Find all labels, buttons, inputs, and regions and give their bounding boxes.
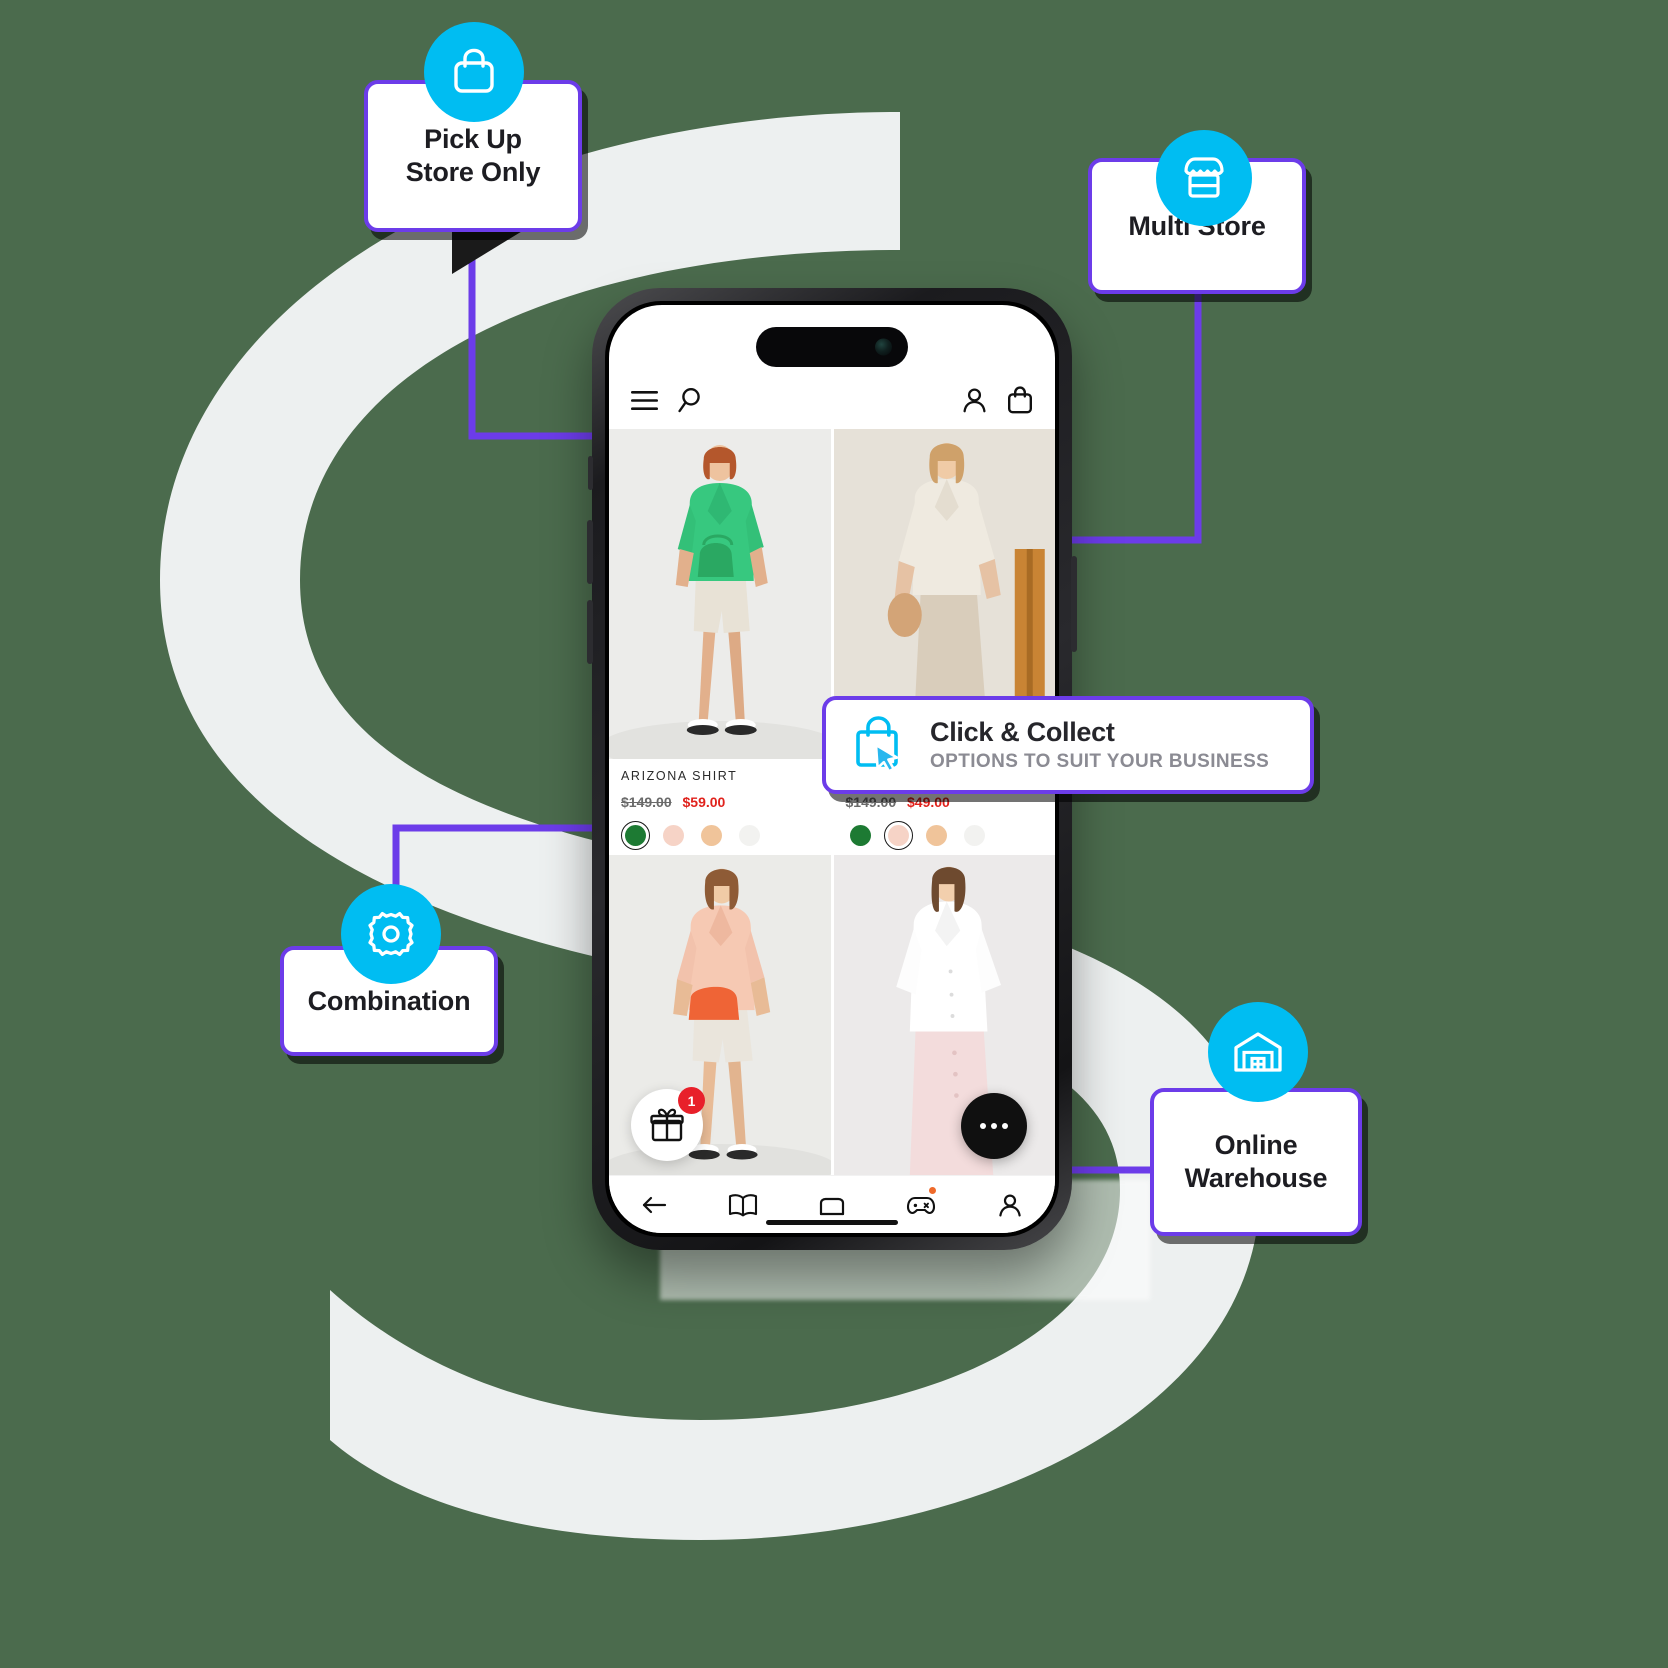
nav-notification-dot [929,1186,937,1194]
card-online-warehouse[interactable]: Online Warehouse [1150,1088,1362,1236]
nav-catalog-button[interactable] [715,1185,771,1225]
card-click-and-collect[interactable]: Click & Collect OPTIONS TO SUIT YOUR BUS… [822,696,1314,794]
color-swatch-pink[interactable] [659,821,688,850]
price-sale: $49.00 [907,794,950,810]
price-original: $149.00 [845,794,897,810]
phone-silent-switch[interactable] [588,456,593,490]
card-label-line2: Warehouse [1184,1163,1328,1193]
card-label-line1: Online [1214,1130,1298,1161]
click-collect-title: Click & Collect [930,717,1115,747]
product-name: ARIZONA SHIRT [621,769,738,783]
card-label-line1: Pick Up [424,124,522,155]
nav-home-button[interactable] [804,1185,860,1225]
price-sale: $59.00 [682,794,726,810]
product-price: $149.00 $59.00 [621,794,819,810]
chat-button[interactable] [961,1093,1027,1159]
shopping-bag-icon [454,48,494,93]
phone-volume-down-button[interactable] [587,600,593,664]
phone-power-button[interactable] [1071,556,1077,652]
hamburger-menu-icon[interactable] [631,390,658,410]
color-swatch-white[interactable] [735,821,764,850]
color-swatch-tan[interactable] [697,821,726,850]
gear-icon [368,911,414,957]
card-label: Combination [307,985,471,1016]
gift-button[interactable]: 1 [631,1087,705,1161]
product-photo[interactable] [609,429,831,759]
page-root: ARIZONA SHIRT $149.00 $59.00 $149.00 $49… [0,0,1668,1668]
chat-dots-icon [980,1123,1008,1129]
nav-back-button[interactable] [626,1185,682,1225]
card-tail-pickup [452,230,524,274]
dynamic-island [756,327,908,367]
card-label: Online Warehouse [1185,1129,1328,1195]
card-label-line2: Store Only [405,157,541,187]
product-price: $149.00 $49.00 [846,794,1044,810]
gift-badge-count: 1 [678,1087,705,1114]
shopping-bag-cart-icon[interactable] [1007,386,1033,414]
product-grid: ARIZONA SHIRT $149.00 $59.00 $149.00 $49… [609,429,1055,1175]
nav-profile-button[interactable] [982,1185,1038,1225]
connector-multistore [1050,288,1202,544]
user-account-icon[interactable] [962,387,987,413]
color-swatch-green[interactable] [621,821,650,850]
nav-games-button[interactable] [893,1185,949,1225]
search-icon[interactable] [678,387,703,413]
front-camera-lens [875,338,892,356]
price-original: $149.00 [621,794,672,810]
bag-cursor-icon [848,712,910,779]
warehouse-icon-badge [1208,1002,1308,1102]
gear-icon-badge [341,884,441,984]
home-indicator [766,1220,898,1225]
phone-volume-up-button[interactable] [587,520,593,584]
storefront-icon-badge [1156,130,1252,226]
storefront-icon [1184,157,1224,198]
warehouse-icon [1234,1032,1282,1072]
card-label: Pick Up Store Only [406,123,541,189]
product-card[interactable]: ARIZONA SHIRT $149.00 $59.00 [609,429,831,852]
color-swatch-list [621,821,819,850]
app-header [609,371,1055,429]
shopping-bag-icon-badge [424,22,524,122]
color-swatch-list [846,821,1044,850]
color-swatch-pink[interactable] [883,821,913,850]
color-swatch-tan[interactable] [922,821,951,850]
click-collect-subtitle: OPTIONS TO SUIT YOUR BUSINESS [930,751,1270,772]
color-swatch-green[interactable] [846,821,875,850]
color-swatch-white[interactable] [960,821,989,850]
